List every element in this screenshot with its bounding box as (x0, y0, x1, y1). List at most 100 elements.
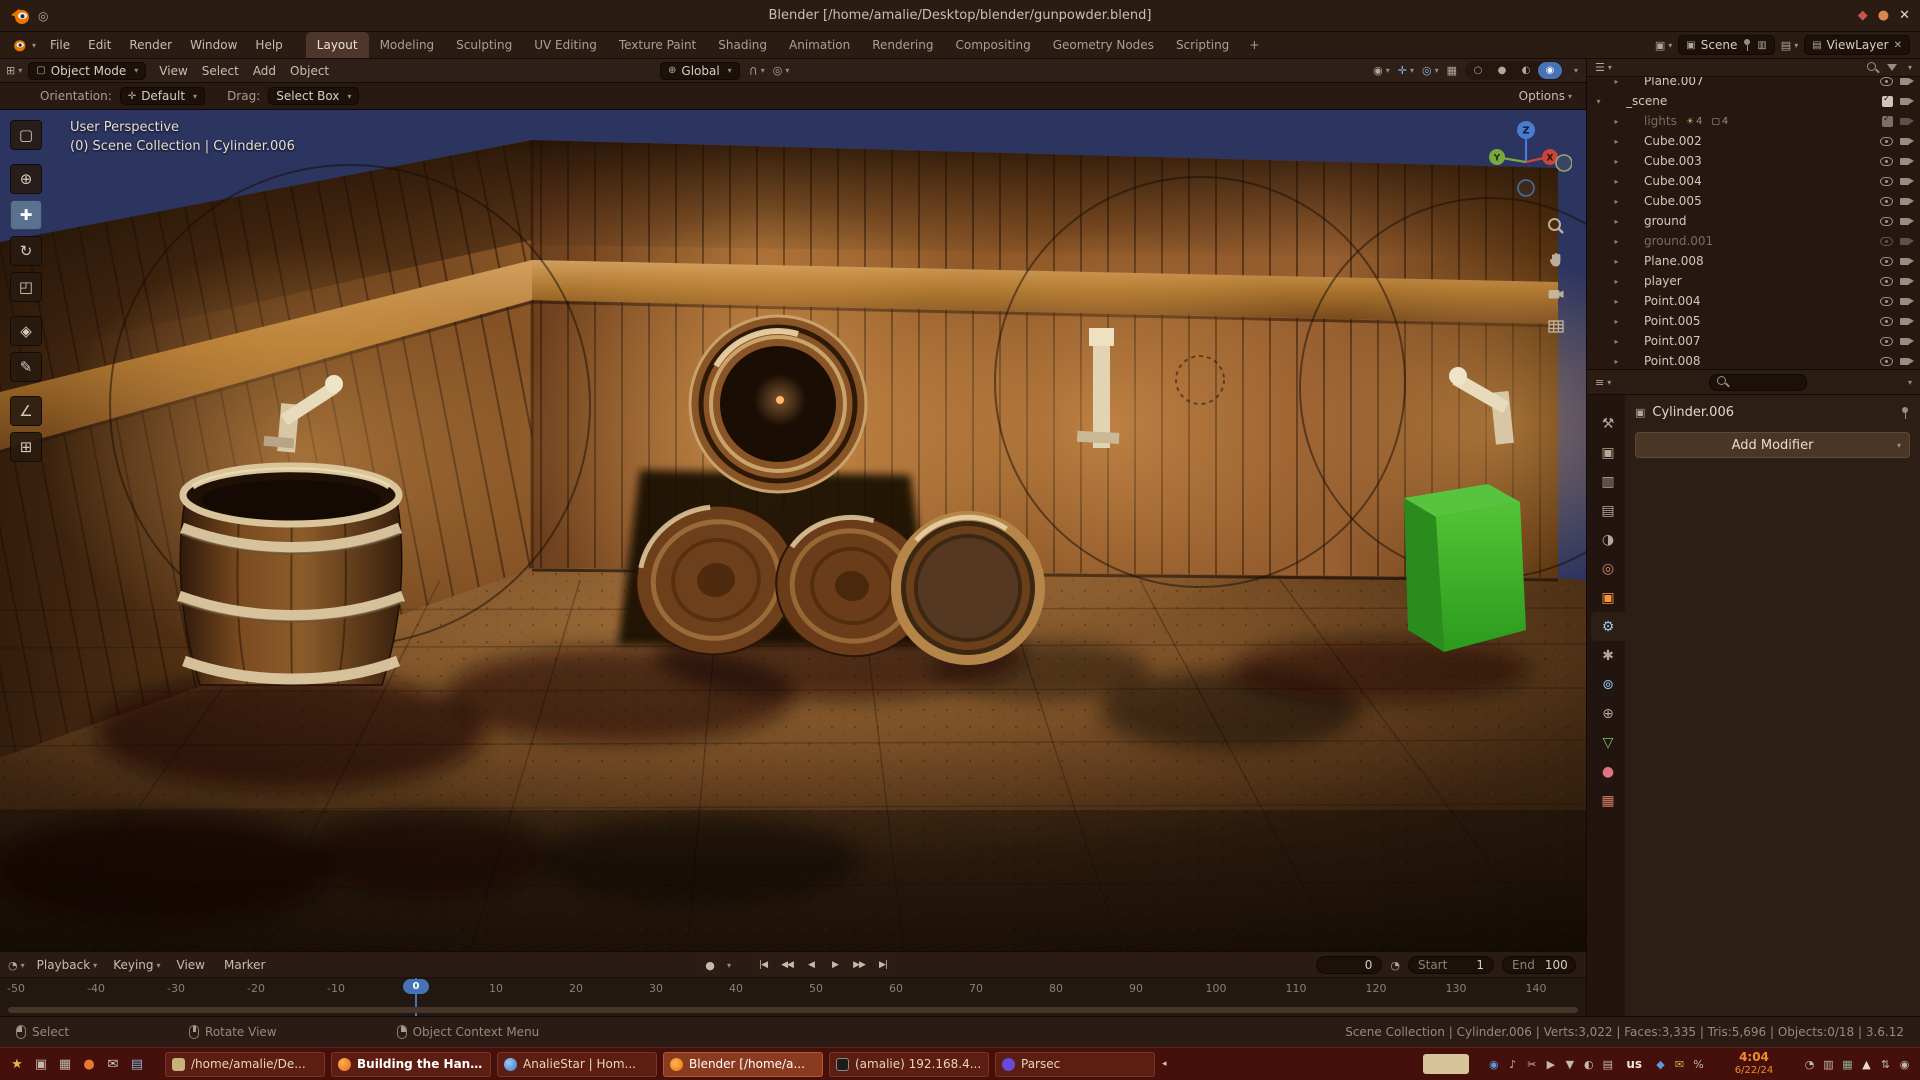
properties-tab[interactable]: ▣ (1591, 583, 1625, 612)
disclosure-arrow-icon[interactable]: ▸ (1611, 177, 1622, 186)
properties-search-input[interactable] (1709, 374, 1807, 391)
properties-tab[interactable]: ◑ (1591, 525, 1625, 554)
overlays-dropdown[interactable]: ◎▾ (1422, 64, 1439, 77)
tool-button[interactable]: ▢ (10, 120, 42, 150)
hide-in-viewport-eye-icon[interactable] (1880, 77, 1893, 86)
properties-editor-type-button[interactable]: ≡▾ (1595, 376, 1611, 389)
object-name[interactable]: Cube.002 (1644, 134, 1702, 148)
viewport-menu[interactable]: Select (195, 64, 246, 78)
disable-in-renders-camera-icon[interactable] (1900, 236, 1914, 246)
transport-button[interactable]: ▶ (825, 956, 845, 974)
window-menu-icon[interactable]: ◆ (1858, 8, 1868, 23)
tray-icon[interactable]: ▼ (1560, 1054, 1579, 1074)
object-name[interactable]: _scene (1626, 94, 1667, 108)
hide-in-viewport-eye-icon[interactable] (1880, 157, 1893, 166)
launcher-icon[interactable]: ▣ (30, 1052, 52, 1076)
orientation-dropdown[interactable]: ✛ Default ▾ (120, 87, 205, 105)
menubar-menu[interactable]: Edit (79, 38, 120, 52)
properties-tab[interactable]: ⊚ (1591, 670, 1625, 699)
properties-tab[interactable]: ▥ (1591, 467, 1625, 496)
tray-icon[interactable]: ▶ (1541, 1054, 1560, 1074)
disclosure-arrow-icon[interactable]: ▸ (1611, 357, 1622, 366)
mode-dropdown[interactable]: ▢ Object Mode ▾ (28, 62, 146, 80)
toggle-perspective-grid-icon[interactable] (1546, 316, 1566, 336)
disable-in-renders-camera-icon[interactable] (1900, 96, 1914, 106)
disclosure-arrow-icon[interactable]: ▸ (1611, 217, 1622, 226)
disclosure-arrow-icon[interactable]: ▸ (1611, 237, 1622, 246)
taskbar-window-button[interactable]: (amalie) 192.168.4... (829, 1052, 989, 1077)
disable-in-renders-camera-icon[interactable] (1900, 156, 1914, 166)
outliner-row[interactable]: ▸ Cube.003 (1587, 151, 1920, 171)
shading-mode-button[interactable]: ◉ (1538, 62, 1562, 79)
scene-browse-button[interactable]: ▣▾ (1655, 39, 1672, 52)
tray-icon[interactable]: ◉ (1484, 1054, 1503, 1074)
tray-icon[interactable]: ◆ (1651, 1054, 1670, 1074)
taskbar-window-button[interactable]: Building the Hang... (331, 1052, 491, 1077)
properties-tab[interactable]: ▣ (1591, 438, 1625, 467)
menubar-menu[interactable]: Window (181, 38, 246, 52)
tray-icon[interactable]: ◉ (1895, 1054, 1914, 1074)
transport-button[interactable]: ▶| (873, 956, 893, 974)
auto-keying-toggle[interactable]: ● (700, 956, 720, 974)
proportional-editing-toggle[interactable]: ◎▾ (773, 64, 790, 77)
tool-button[interactable]: ◈ (10, 316, 42, 346)
disclosure-arrow-icon[interactable]: ▸ (1611, 157, 1622, 166)
snap-toggle[interactable]: ⊃▾ (748, 64, 765, 78)
disclosure-arrow-icon[interactable]: ▸ (1611, 257, 1622, 266)
transform-orientation-dropdown[interactable]: ⊕ Global ▾ (660, 62, 740, 80)
clock[interactable]: 4:04 6/22/24 (1719, 1051, 1789, 1076)
object-name[interactable]: Cube.004 (1644, 174, 1702, 188)
timeline-menu[interactable]: Keying▾ (105, 958, 168, 972)
use-preview-range-clock-icon[interactable]: ◔ (1390, 959, 1400, 972)
disable-in-renders-camera-icon[interactable] (1900, 276, 1914, 286)
viewlayer-selector[interactable]: ▤ ViewLayer ✕ (1804, 35, 1910, 55)
hide-in-viewport-eye-icon[interactable] (1880, 257, 1893, 266)
disable-in-renders-camera-icon[interactable] (1900, 356, 1914, 366)
object-name[interactable]: Point.008 (1644, 354, 1701, 368)
object-name[interactable]: Cube.003 (1644, 154, 1702, 168)
object-name[interactable]: Plane.008 (1644, 254, 1704, 268)
disable-in-renders-camera-icon[interactable] (1900, 77, 1914, 86)
tray-icon[interactable]: ⇅ (1876, 1054, 1895, 1074)
menubar-menu[interactable]: File (41, 38, 79, 52)
object-name[interactable]: Point.005 (1644, 314, 1701, 328)
outliner-editor-type-button[interactable]: ☰▾ (1595, 61, 1612, 74)
tool-button[interactable]: ⊕ (10, 164, 42, 194)
tray-icon[interactable]: ♪ (1503, 1054, 1522, 1074)
frame-start-field[interactable]: Start 1 (1408, 956, 1494, 974)
add-modifier-button[interactable]: Add Modifier ▾ (1635, 432, 1910, 458)
timeline-scrollbar[interactable] (8, 1007, 1578, 1013)
viewport-menu[interactable]: View (152, 64, 194, 78)
tray-icon[interactable]: % (1689, 1054, 1708, 1074)
transport-button[interactable]: ◀◀ (777, 956, 797, 974)
tray-icon[interactable]: ◔ (1800, 1054, 1819, 1074)
workspace-tab[interactable]: Scripting (1165, 32, 1240, 58)
workspace-tab[interactable]: Shading (707, 32, 778, 58)
properties-tab[interactable]: ✱ (1591, 641, 1625, 670)
transport-button[interactable]: ▶▶ (849, 956, 869, 974)
shading-mode-button[interactable]: ● (1490, 62, 1514, 79)
keyboard-layout-indicator[interactable]: us (1622, 1057, 1646, 1071)
workspace-tab[interactable]: Modeling (369, 32, 446, 58)
tray-icon[interactable]: ◐ (1579, 1054, 1598, 1074)
object-name[interactable]: ground (1644, 214, 1686, 228)
disclosure-arrow-icon[interactable]: ▸ (1611, 317, 1622, 326)
object-name[interactable]: Point.004 (1644, 294, 1701, 308)
disclosure-arrow-icon[interactable]: ▸ (1611, 117, 1622, 126)
properties-tab[interactable]: ⊕ (1591, 699, 1625, 728)
breadcrumb-object-name[interactable]: Cylinder.006 (1652, 405, 1734, 420)
disable-in-renders-camera-icon[interactable] (1900, 336, 1914, 346)
disable-in-renders-camera-icon[interactable] (1900, 216, 1914, 226)
axis-neg-z-handle[interactable] (1518, 180, 1534, 196)
options-button[interactable]: Options (1519, 89, 1565, 103)
outliner-row[interactable]: ▸ Plane.007 (1587, 77, 1920, 91)
tray-plugin-widget[interactable] (1423, 1054, 1469, 1074)
viewport-menu[interactable]: Add (246, 64, 283, 78)
object-name[interactable]: Point.007 (1644, 334, 1701, 348)
outliner-filter-chevron[interactable]: ▾ (1908, 63, 1912, 72)
disable-in-renders-camera-icon[interactable] (1900, 256, 1914, 266)
tool-button[interactable]: ◰ (10, 272, 42, 302)
taskbar-window-button[interactable]: Parsec (995, 1052, 1155, 1077)
disclosure-arrow-icon[interactable]: ▸ (1611, 137, 1622, 146)
tray-icon[interactable]: ▦ (1838, 1054, 1857, 1074)
